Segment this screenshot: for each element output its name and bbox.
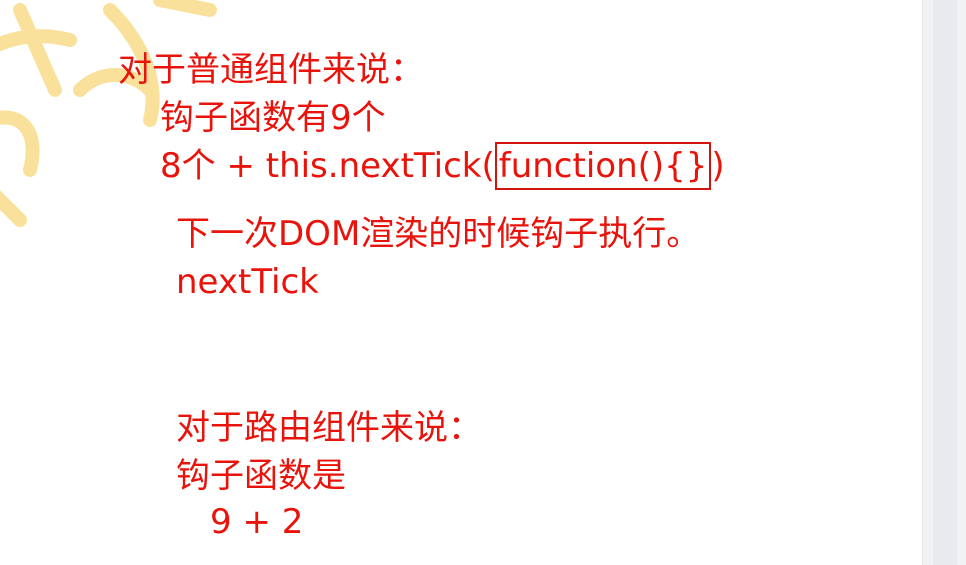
document-page: 对于普通组件来说： 钩子函数有9个 8个 + this.nextTick(fun… — [0, 0, 966, 565]
note-hook-count: 钩子函数有9个 — [160, 98, 386, 138]
function-highlight-box: function(){} — [494, 142, 712, 190]
note-next-tick-label: nextTick — [176, 262, 319, 302]
side-panel — [922, 0, 966, 565]
next-tick-suffix: ) — [711, 146, 725, 186]
note-dom-render-hook: 下一次DOM渲染的时候钩子执行。 — [176, 214, 701, 254]
note-route-hooks: 钩子函数是 — [176, 456, 346, 496]
side-panel-scroll-track[interactable] — [933, 0, 957, 565]
note-next-tick-formula: 8个 + this.nextTick(function(){}) — [160, 142, 725, 190]
next-tick-prefix: 8个 + this.nextTick( — [160, 146, 495, 186]
note-heading-route-component: 对于路由组件来说： — [176, 408, 482, 448]
note-route-hook-count: 9 + 2 — [210, 502, 304, 542]
note-heading-regular-component: 对于普通组件来说： — [118, 50, 424, 90]
